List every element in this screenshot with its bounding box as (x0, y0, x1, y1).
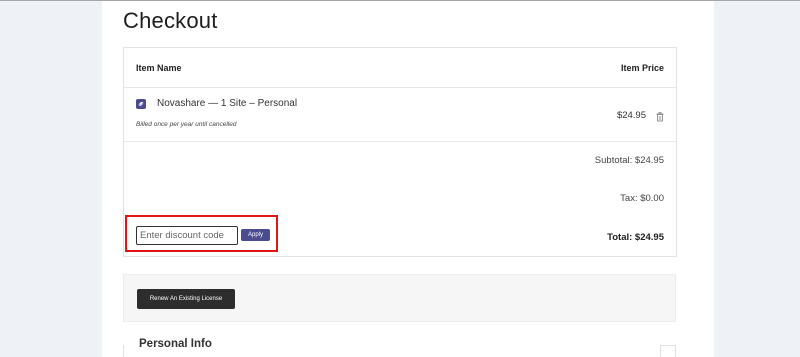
item-price-header: Item Price (620, 63, 664, 73)
item-name: Novashare — 1 Site – Personal (157, 98, 298, 109)
discount-code-input[interactable] (136, 226, 238, 245)
subtotal: Subtotal: $24.95 (594, 155, 664, 166)
section-border-corner (660, 345, 676, 357)
apply-button[interactable]: Apply (241, 229, 270, 241)
cart-header: Item Name Item Price (124, 48, 676, 88)
trash-icon[interactable] (656, 109, 664, 122)
billing-note: Billed once per year until cancelled (136, 121, 237, 128)
personal-info-title: Personal Info (139, 338, 216, 350)
cart-item-row: Novashare — 1 Site – Personal Billed onc… (124, 88, 676, 142)
item-name-header: Item Name (136, 63, 182, 73)
total: Total: $24.95 (607, 232, 664, 243)
tax: Tax: $0.00 (620, 193, 664, 204)
renew-license-panel: Renew An Existing License (123, 274, 676, 322)
item-price: $24.95 (616, 110, 646, 121)
renew-license-button[interactable]: Renew An Existing License (137, 289, 235, 309)
page-title: Checkout (123, 8, 218, 33)
product-logo-icon (136, 99, 146, 109)
